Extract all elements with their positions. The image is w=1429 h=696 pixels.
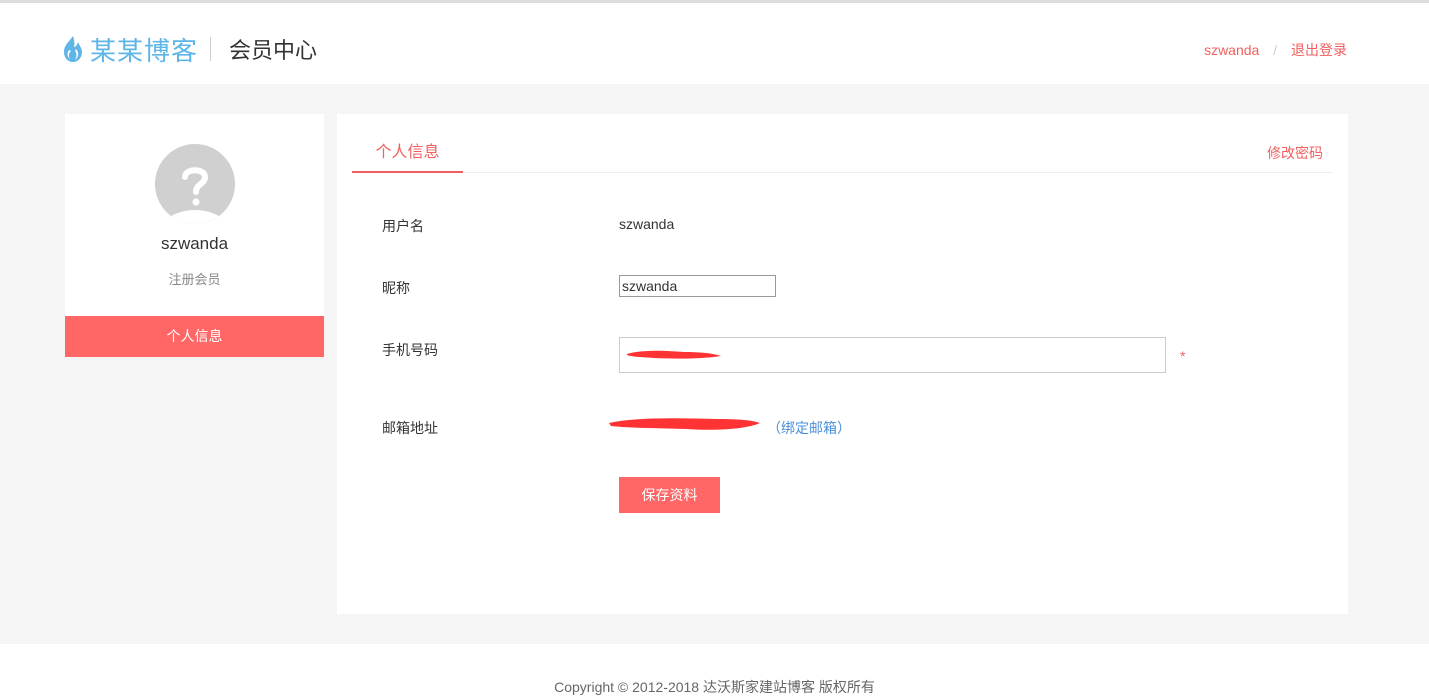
username-value: szwanda	[619, 216, 675, 232]
section-title: 会员中心	[229, 38, 318, 63]
page-footer: Copyright © 2012-2018 达沃斯家建站博客 版权所有	[0, 644, 1429, 696]
logo-divider	[210, 37, 212, 61]
logout-link[interactable]: 退出登录	[1291, 42, 1347, 58]
copyright-text: Copyright © 2012-2018 达沃斯家建站博客 版权所有	[554, 679, 875, 695]
tab-change-password[interactable]: 修改密码	[1267, 143, 1323, 163]
email-label: 邮箱地址	[382, 420, 438, 436]
site-logo[interactable]: 某某博客 会员中心	[58, 33, 318, 66]
phone-input[interactable]	[619, 337, 1166, 373]
bind-email-link[interactable]: （绑定邮箱）	[767, 418, 851, 438]
user-sidebar: szwanda 注册会员 个人信息	[65, 114, 324, 357]
tab-personal-info[interactable]: 个人信息	[352, 138, 463, 173]
nickname-input[interactable]	[619, 275, 776, 297]
sidebar-item-profile[interactable]: 个人信息	[65, 316, 324, 357]
phone-label: 手机号码	[382, 342, 438, 358]
required-marker: *	[1180, 348, 1186, 364]
profile-panel: 个人信息 修改密码 用户名 szwanda 昵称 手机号码 * 邮箱地址 （绑定…	[337, 114, 1348, 614]
page-header: 某某博客 会员中心 szwanda / 退出登录	[0, 0, 1429, 84]
avatar	[155, 144, 235, 224]
sidebar-role: 注册会员	[168, 272, 221, 287]
redaction-mark	[609, 418, 760, 430]
redaction-mark	[627, 350, 721, 359]
save-profile-button[interactable]: 保存资料	[619, 477, 720, 513]
flame-icon	[64, 36, 82, 62]
logo-text: 某某博客	[90, 35, 199, 66]
profile-tabs: 个人信息 修改密码	[352, 138, 1333, 173]
username-label: 用户名	[382, 218, 424, 234]
user-nav: szwanda / 退出登录	[1204, 40, 1347, 60]
username-link[interactable]: szwanda	[1204, 42, 1259, 58]
question-avatar-icon	[155, 144, 235, 224]
sidebar-username: szwanda	[160, 234, 229, 253]
nav-separator: /	[1273, 42, 1278, 58]
nickname-label: 昵称	[382, 280, 410, 296]
